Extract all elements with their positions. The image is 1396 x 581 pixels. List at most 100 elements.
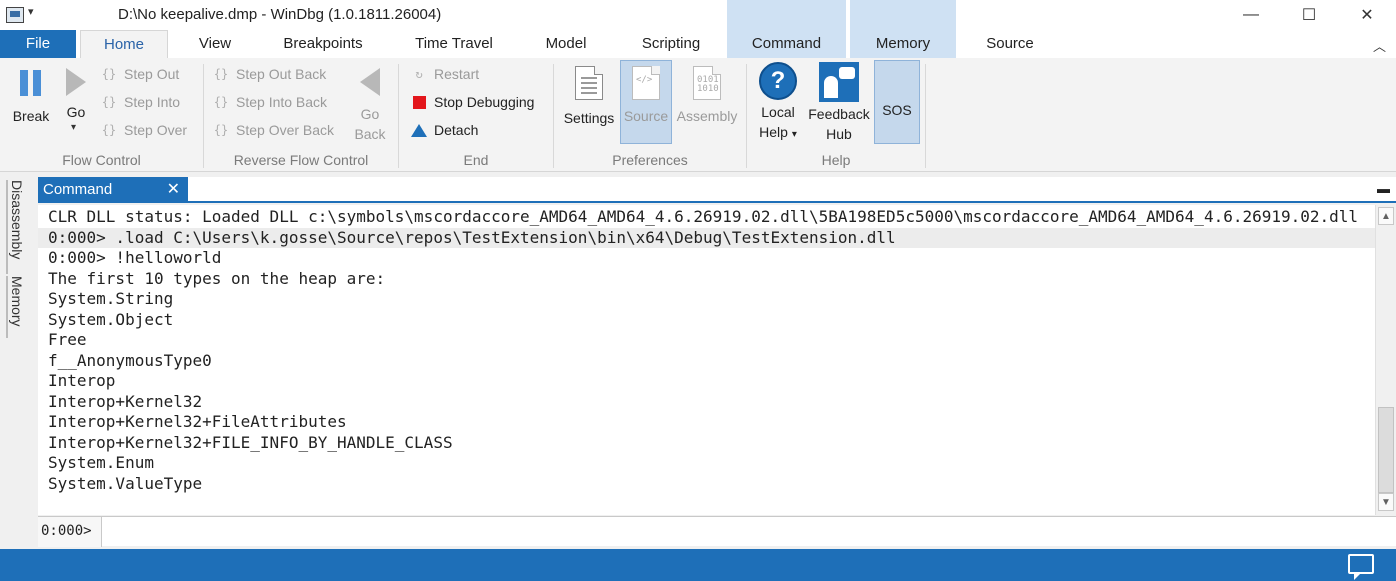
tab-scripting[interactable]: Scripting (626, 30, 716, 58)
maximize-button[interactable]: ☐ (1280, 0, 1338, 30)
assembly-icon: 0101 1010 (693, 66, 721, 100)
title-bar: ▾ D:\No keepalive.dmp - WinDbg (1.0.1811… (0, 0, 1396, 30)
tab-view[interactable]: View (180, 30, 250, 58)
tab-home[interactable]: Home (80, 30, 168, 59)
play-icon (66, 68, 86, 96)
feedback-hub-button[interactable]: Feedback Hub (806, 60, 872, 144)
assembly-preference-button[interactable]: 0101 1010 Assembly (674, 62, 740, 132)
step-over-button[interactable]: {} Step Over (100, 118, 187, 142)
collapse-ribbon-icon[interactable]: ︿ (1373, 36, 1386, 55)
group-label-reverse-flow-control: Reverse Flow Control (233, 152, 369, 168)
sos-button[interactable]: SOS (874, 102, 920, 118)
help-icon: ? (759, 62, 797, 100)
stop-debugging-button[interactable]: Stop Debugging (410, 90, 534, 114)
scroll-up-icon[interactable]: ▲ (1378, 207, 1394, 225)
local-help-button[interactable]: ? Local Help ▾ (752, 60, 804, 144)
step-out-icon: {} (101, 67, 117, 81)
tab-command[interactable]: Command (727, 30, 846, 58)
window-title: D:\No keepalive.dmp - WinDbg (1.0.1811.2… (118, 6, 442, 23)
output-line: CLR DLL status: Loaded DLL c:\symbols\ms… (48, 207, 1359, 226)
close-icon[interactable]: ✕ (167, 177, 180, 203)
command-input[interactable] (103, 518, 1393, 545)
output-line: System.String (48, 289, 174, 308)
step-out-back-label: Step Out Back (236, 66, 327, 82)
tab-time-travel[interactable]: Time Travel (400, 30, 508, 58)
assembly-preference-label: Assembly (676, 108, 738, 124)
feedback-hub-label-line1: Feedback (808, 106, 870, 122)
go-button[interactable]: Go ▾ (60, 62, 92, 133)
output-line: Interop+Kernel32 (48, 392, 203, 411)
step-out-button[interactable]: {} Step Out (100, 62, 180, 86)
step-out-back-button[interactable]: {} Step Out Back (212, 62, 327, 86)
output-line: Interop+Kernel32+FILE_INFO_BY_HANDLE_CLA… (48, 433, 453, 452)
detach-button[interactable]: Detach (410, 118, 478, 142)
step-into-button[interactable]: {} Step Into (100, 90, 180, 114)
output-line: Interop+Kernel32+FileAttributes (48, 412, 347, 431)
restart-button[interactable]: ↻ Restart (410, 62, 479, 86)
feedback-chat-icon[interactable] (1348, 554, 1374, 580)
step-into-label: Step Into (124, 94, 181, 110)
restart-label: Restart (434, 66, 480, 82)
app-icon[interactable] (6, 7, 24, 23)
tab-source[interactable]: Source (970, 30, 1050, 58)
tab-model[interactable]: Model (528, 30, 604, 58)
tab-breakpoints[interactable]: Breakpoints (268, 30, 378, 58)
group-label-help: Help (821, 152, 851, 168)
command-output[interactable]: CLR DLL status: Loaded DLL c:\symbols\ms… (38, 205, 1375, 515)
output-line: 0:000> .load C:\Users\k.gosse\Source\rep… (38, 228, 1375, 248)
side-tab-memory[interactable]: Memory (9, 276, 25, 327)
go-back-button[interactable]: Go Back (350, 62, 390, 146)
feedback-hub-label-line2: Hub (826, 126, 852, 142)
output-line: f__AnonymousType0 (48, 351, 212, 370)
step-over-back-label: Step Over Back (236, 122, 335, 138)
close-button[interactable]: ✕ (1338, 0, 1396, 30)
output-line: System.ValueType (48, 474, 203, 493)
tab-file[interactable]: File (0, 30, 76, 58)
step-out-back-icon: {} (213, 67, 229, 81)
output-line: Free (48, 330, 87, 349)
group-label-end: End (463, 152, 489, 168)
scroll-thumb[interactable] (1378, 407, 1394, 493)
vertical-scrollbar[interactable]: ▲ ▼ (1375, 205, 1396, 515)
vtab-divider (6, 180, 8, 274)
windbg-window: ▾ D:\No keepalive.dmp - WinDbg (1.0.1811… (0, 0, 1396, 581)
output-line: 0:000> !helloworld (48, 248, 222, 267)
step-into-back-label: Step Into Back (236, 94, 328, 110)
local-help-label-line1: Local (761, 104, 795, 120)
ribbon: Break Go ▾ {} Step Out {} Step Into {} S… (0, 58, 1396, 172)
step-out-label: Step Out (124, 66, 180, 82)
reverse-play-icon (360, 68, 380, 96)
ribbon-tabs: File Home View Breakpoints Time Travel M… (0, 0, 1396, 59)
chevron-down-icon: ▾ (71, 122, 77, 133)
restart-icon: ↻ (415, 67, 423, 81)
local-help-label-line2: Help ▾ (759, 124, 797, 140)
source-preference-button[interactable]: </> Source (620, 62, 672, 132)
quick-access-dropdown-icon[interactable]: ▾ (28, 5, 34, 18)
output-line: The first 10 types on the heap are: (48, 269, 386, 288)
output-line: System.Object (48, 310, 174, 329)
step-over-icon: {} (101, 123, 117, 137)
side-panel: Disassembly Memory (0, 172, 36, 548)
settings-button[interactable]: Settings (560, 62, 618, 132)
tab-memory[interactable]: Memory (850, 30, 956, 58)
step-into-icon: {} (101, 95, 117, 109)
output-line: Interop (48, 371, 116, 390)
settings-label: Settings (563, 110, 615, 126)
step-over-label: Step Over (124, 122, 188, 138)
scroll-down-icon[interactable]: ▼ (1378, 493, 1394, 511)
step-over-back-button[interactable]: {} Step Over Back (212, 118, 334, 142)
side-tab-disassembly[interactable]: Disassembly (9, 180, 25, 259)
group-label-flow-control: Flow Control (62, 152, 141, 168)
source-code-icon: </> (632, 66, 660, 100)
break-button[interactable]: Break (6, 62, 56, 132)
command-tab[interactable]: Command ✕ (38, 177, 188, 203)
minimize-button[interactable]: — (1222, 0, 1280, 30)
command-tab-label: Command (43, 181, 113, 198)
window-menu-icon[interactable]: ▬ (1377, 181, 1390, 196)
command-prompt: 0:000> (38, 517, 102, 547)
feedback-icon (819, 62, 859, 102)
break-label: Break (12, 108, 50, 124)
eject-icon (410, 121, 428, 139)
vtab-divider (6, 276, 8, 338)
step-into-back-button[interactable]: {} Step Into Back (212, 90, 327, 114)
